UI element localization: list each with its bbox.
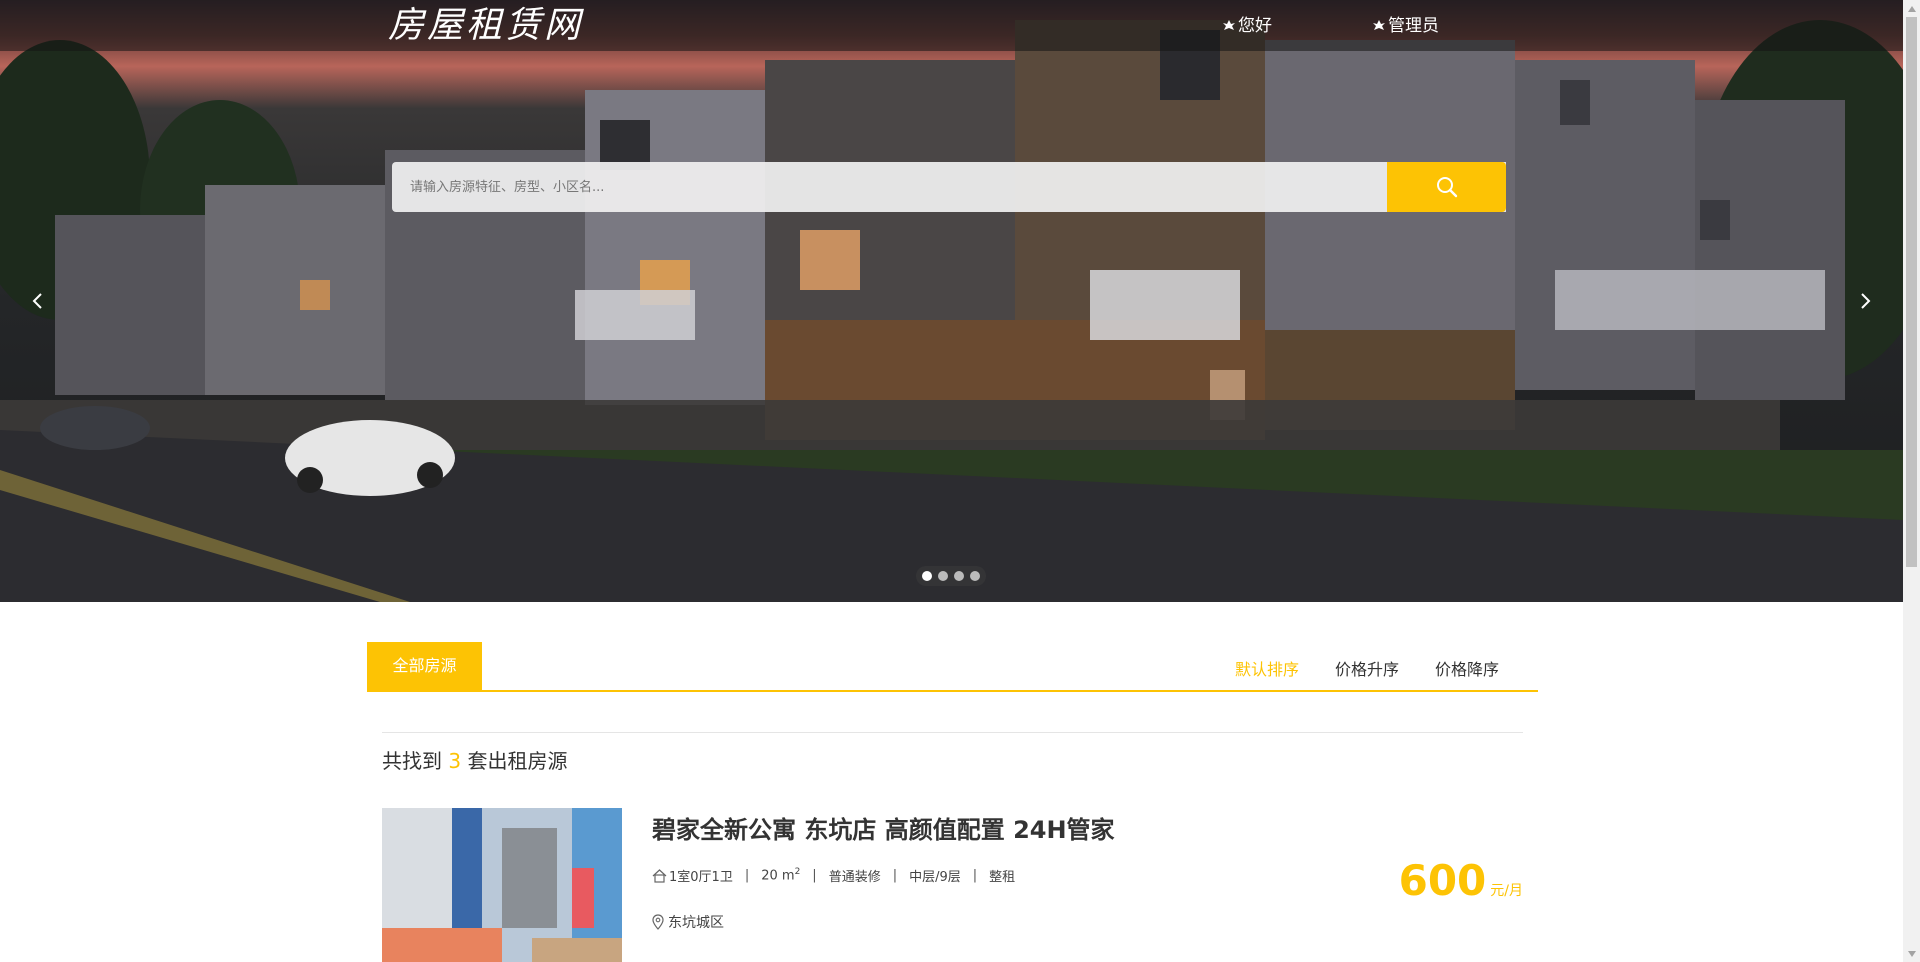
result-suffix: 套出租房源 <box>467 749 568 773</box>
user-icon <box>1223 20 1235 30</box>
site-logo[interactable]: 房屋租赁网 <box>388 4 583 48</box>
chevron-right-icon <box>1861 293 1871 309</box>
scroll-up-button[interactable] <box>1903 0 1920 17</box>
chevron-left-icon <box>32 293 42 309</box>
hero-house-image <box>0 20 1903 602</box>
listing-price: 600 元/月 <box>1399 856 1523 905</box>
top-navigation-bar: 房屋租赁网 您好 管理员 <box>0 0 1903 51</box>
caret-up-icon <box>1907 5 1916 12</box>
listing-layout: 1室0厅1卫 <box>669 870 733 885</box>
caret-down-icon <box>1907 950 1916 957</box>
listing-decoration: 普通装修 <box>828 870 881 885</box>
result-count: 共找到 3 套出租房源 <box>382 745 567 774</box>
listing-tab-bar: 全部房源 默认排序 价格升序 价格降序 <box>367 642 1538 692</box>
listing-floor: 中层/9层 <box>909 870 961 885</box>
result-number: 3 <box>448 749 462 773</box>
search-button[interactable] <box>1387 162 1506 212</box>
location-pin-icon <box>652 914 664 930</box>
nav-admin[interactable]: 管理员 <box>1372 14 1439 38</box>
house-icon <box>652 868 667 883</box>
carousel-dot-1[interactable] <box>922 571 932 581</box>
meta-separator: | <box>744 868 750 883</box>
listing-meta: 1室0厅1卫 | 20 m2 | 普通装修 | 中层/9层 | 整租 <box>652 866 1015 885</box>
listing-title[interactable]: 碧家全新公寓 东坑店 高颜值配置 24H管家 <box>652 810 1115 845</box>
carousel-next-button[interactable] <box>1850 286 1880 316</box>
search-icon <box>1436 177 1457 198</box>
meta-separator: | <box>812 868 817 883</box>
search-bar <box>392 162 1506 212</box>
carousel-dot-2[interactable] <box>938 571 948 581</box>
listing-location-label: 东坑城区 <box>668 915 724 931</box>
page: 房屋租赁网 您好 管理员 请输入房源特征、房型、小区名... 全部房源 默认排序… <box>0 0 1903 962</box>
search-input[interactable] <box>392 162 1506 212</box>
listing-photo <box>382 808 622 962</box>
sort-price-desc[interactable]: 价格降序 <box>1435 656 1499 680</box>
meta-separator: | <box>892 868 898 883</box>
admin-icon <box>1373 20 1385 30</box>
carousel-prev-button[interactable] <box>23 286 53 316</box>
hero-banner: 房屋租赁网 您好 管理员 <box>0 0 1903 602</box>
nav-greeting[interactable]: 您好 <box>1222 14 1272 38</box>
listing-price-unit: 元/月 <box>1490 883 1523 899</box>
carousel-dot-4[interactable] <box>970 571 980 581</box>
carousel-indicators <box>916 566 986 586</box>
sort-price-asc[interactable]: 价格升序 <box>1335 656 1399 680</box>
divider <box>382 732 1523 733</box>
listing-thumbnail[interactable] <box>382 808 622 962</box>
listing-location: 东坑城区 <box>652 912 724 932</box>
nav-admin-label: 管理员 <box>1388 16 1439 36</box>
listing-rent-type: 整租 <box>989 870 1016 885</box>
meta-separator: | <box>972 868 978 883</box>
scrollbar-thumb[interactable] <box>1906 17 1917 567</box>
carousel-dot-3[interactable] <box>954 571 964 581</box>
listing-area: 20 m2 <box>761 867 801 884</box>
scroll-down-button[interactable] <box>1903 945 1920 962</box>
listing-item: 碧家全新公寓 东坑店 高颜值配置 24H管家 1室0厅1卫 | 20 m2 | … <box>382 808 1523 962</box>
listing-price-amount: 600 <box>1398 856 1487 905</box>
tab-all-listings[interactable]: 全部房源 <box>367 642 482 690</box>
nav-greeting-label: 您好 <box>1238 16 1272 36</box>
result-prefix: 共找到 <box>382 749 442 773</box>
sort-default[interactable]: 默认排序 <box>1235 656 1299 680</box>
